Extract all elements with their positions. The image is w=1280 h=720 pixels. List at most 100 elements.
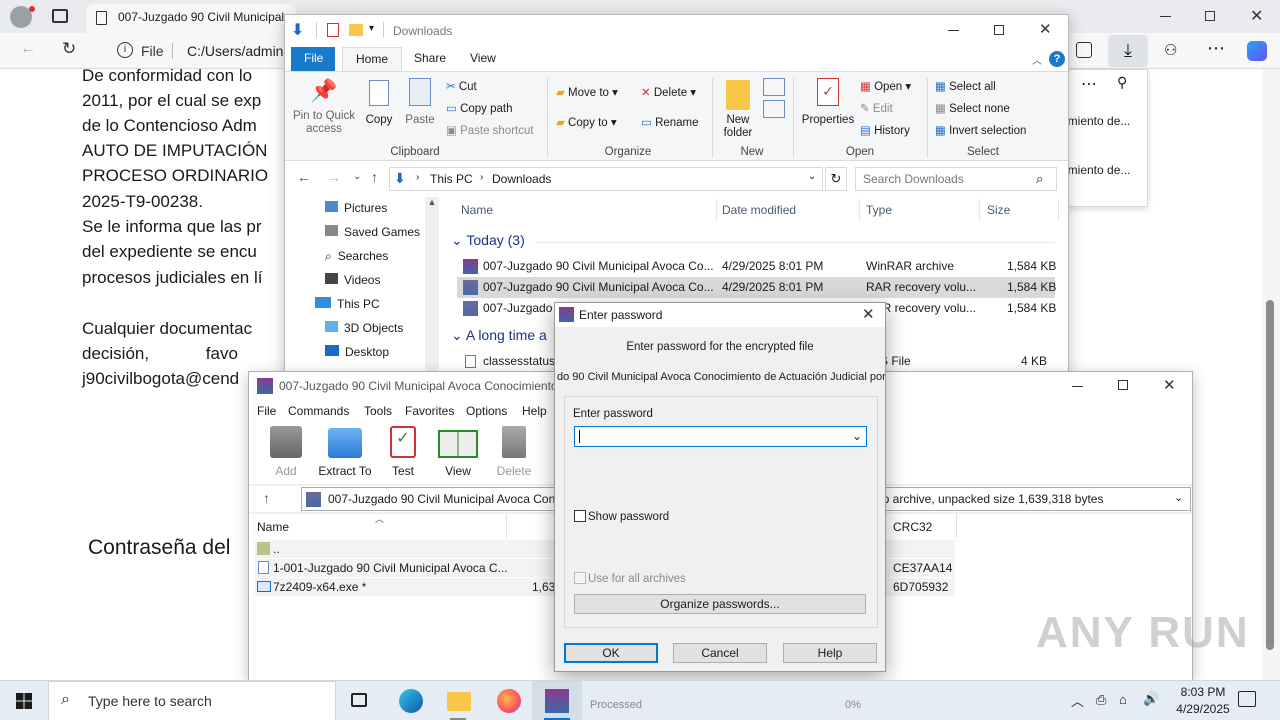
column-date-modified[interactable]: Date modified [722, 203, 796, 217]
tab-share[interactable]: Share [401, 47, 459, 71]
nav-item-searches[interactable]: ⌕ Searches [325, 249, 388, 264]
nav-forward-icon[interactable]: → [327, 169, 341, 185]
chevron-down-icon[interactable]: ⌄ [852, 429, 862, 443]
ok-button[interactable]: OK [564, 643, 658, 663]
nav-item-this-pc[interactable]: This PC [315, 297, 380, 311]
open-button[interactable]: ▦ Open ▾ [860, 79, 911, 93]
properties-qat-icon[interactable] [327, 23, 339, 37]
download-item[interactable]: imiento de... [1065, 114, 1130, 128]
nav-back-icon[interactable]: ← [297, 169, 311, 185]
minimize-icon[interactable] [1160, 16, 1171, 17]
browser-tab[interactable]: 007-Juzgado 90 Civil Municipal [86, 4, 296, 33]
pin-quick-access-button[interactable]: 📌 Pin to Quick access [289, 78, 359, 138]
nav-item-saved-games[interactable]: Saved Games [325, 225, 420, 239]
path-dropdown-icon[interactable]: ⌄ [1174, 491, 1183, 504]
scrollbar-thumb[interactable] [1266, 300, 1274, 650]
qat-dropdown-icon[interactable]: ▾ [369, 23, 374, 34]
edit-button[interactable]: ✎ Edit [860, 101, 893, 115]
breadcrumb-downloads[interactable]: Downloads [492, 172, 551, 186]
nav-scrollbar[interactable]: ▲ [425, 197, 439, 373]
recent-locations-icon[interactable]: ⌄ [353, 171, 361, 182]
taskbar-winrar[interactable] [532, 681, 582, 720]
help-button[interactable]: Help [783, 643, 877, 663]
maximize-icon[interactable] [994, 25, 1004, 35]
collections-icon[interactable] [1076, 42, 1092, 58]
taskbar-edge[interactable] [386, 681, 434, 720]
tab-file[interactable]: File [291, 47, 335, 71]
copy-to-button[interactable]: ▰ Copy to ▾ [556, 115, 617, 129]
group-header-long-ago[interactable]: ⌄ A long time a [451, 327, 547, 344]
group-header-today[interactable]: ⌄ Today (3) [451, 232, 525, 249]
nav-item-videos[interactable]: Videos [325, 273, 380, 287]
menu-file[interactable]: File [257, 404, 276, 418]
minimize-icon[interactable] [1072, 386, 1083, 387]
pin-icon[interactable]: ⚲ [1117, 74, 1127, 91]
clock-time[interactable]: 8:03 PM [1167, 685, 1239, 699]
maximize-icon[interactable] [1118, 380, 1128, 390]
new-item-icon[interactable] [763, 78, 785, 96]
column-name[interactable]: Name [257, 520, 289, 534]
cut-button[interactable]: ✂ Cut [446, 79, 477, 93]
menu-help[interactable]: Help [522, 404, 547, 418]
copilot-icon[interactable] [1247, 41, 1267, 61]
use-all-archives-checkbox[interactable]: Use for all archives [574, 572, 686, 585]
close-icon[interactable]: ✕ [1163, 376, 1176, 394]
restore-icon[interactable] [1205, 11, 1215, 21]
file-row[interactable]: 007-Juzgado 90 Civil Municipal Avoca Co.… [457, 256, 1056, 277]
menu-favorites[interactable]: Favorites [405, 404, 454, 418]
rename-button[interactable]: ▭ Rename [641, 115, 699, 129]
cancel-button[interactable]: Cancel [673, 643, 767, 663]
address-dropdown-icon[interactable]: ⌄ [808, 171, 816, 182]
taskbar-search[interactable]: ⌕ Type here to search [48, 681, 336, 720]
ribbon-collapse-icon[interactable]: ︿ [1032, 52, 1042, 67]
select-none-button[interactable]: ▦ Select none [935, 101, 1010, 115]
column-size[interactable]: Size [987, 203, 1010, 217]
refresh-icon[interactable]: ↻ [62, 39, 76, 59]
paste-button[interactable]: Paste [403, 78, 437, 126]
taskbar-firefox[interactable] [484, 681, 532, 720]
clock-date[interactable]: 4/29/2025 [1167, 702, 1239, 716]
minimize-icon[interactable] [948, 30, 959, 31]
delete-button[interactable]: ✕ Delete ▾ [641, 85, 696, 99]
notification-icon[interactable] [1238, 691, 1256, 707]
menu-options[interactable]: Options [466, 404, 507, 418]
file-row-selected[interactable]: 007-Juzgado 90 Civil Municipal Avoca Co.… [457, 277, 1056, 298]
password-input[interactable]: ⌄ [574, 426, 867, 447]
copy-button[interactable]: Copy [363, 78, 395, 126]
refresh-icon[interactable]: ↻ [825, 167, 847, 191]
properties-button[interactable]: ✓ Properties [800, 78, 856, 126]
address-box[interactable]: ⬇ › This PC › Downloads ⌄ [389, 167, 823, 191]
tray-device-icon[interactable]: ⎙ [1096, 692, 1106, 708]
paste-shortcut-button[interactable]: ▣ Paste shortcut [446, 123, 534, 137]
nav-up-icon[interactable]: ↑ [371, 169, 378, 185]
move-to-button[interactable]: ▰ Move to ▾ [556, 85, 618, 99]
column-name[interactable]: Name [461, 203, 493, 217]
download-item[interactable]: imiento de... [1065, 163, 1130, 177]
column-type[interactable]: Type [866, 203, 892, 217]
breadcrumb-this-pc[interactable]: This PC [430, 172, 473, 186]
scroll-up-icon[interactable]: ▲ [425, 197, 439, 207]
invert-selection-button[interactable]: ▦ Invert selection [935, 123, 1026, 137]
taskbar-explorer[interactable] [434, 681, 482, 720]
network-icon[interactable]: ⌂ [1119, 692, 1127, 707]
close-icon[interactable]: ✕ [1250, 6, 1263, 26]
copy-path-button[interactable]: ▭ Copy path [446, 101, 513, 115]
volume-icon[interactable]: 🔊 [1143, 691, 1159, 707]
history-button[interactable]: ▤ History [860, 123, 910, 137]
show-password-checkbox[interactable]: Show password [574, 510, 669, 523]
task-view-button[interactable] [336, 681, 384, 720]
tab-view[interactable]: View [457, 47, 509, 71]
tab-actions-icon[interactable] [52, 9, 68, 23]
menu-tools[interactable]: Tools [364, 404, 392, 418]
column-crc32[interactable]: CRC32 [893, 520, 932, 534]
tab-home[interactable]: Home [342, 47, 403, 71]
nav-item-3d-objects[interactable]: 3D Objects [325, 321, 403, 335]
tray-overflow-icon[interactable]: ︿ [1071, 691, 1084, 710]
new-folder-button[interactable]: New folder [718, 78, 758, 140]
folder-qat-icon[interactable] [349, 24, 363, 36]
help-icon[interactable]: ? [1049, 51, 1065, 67]
more-icon[interactable]: ⋯ [1081, 74, 1097, 94]
back-icon[interactable]: ← [20, 40, 36, 58]
nav-item-desktop[interactable]: Desktop [325, 345, 389, 359]
menu-commands[interactable]: Commands [288, 404, 349, 418]
